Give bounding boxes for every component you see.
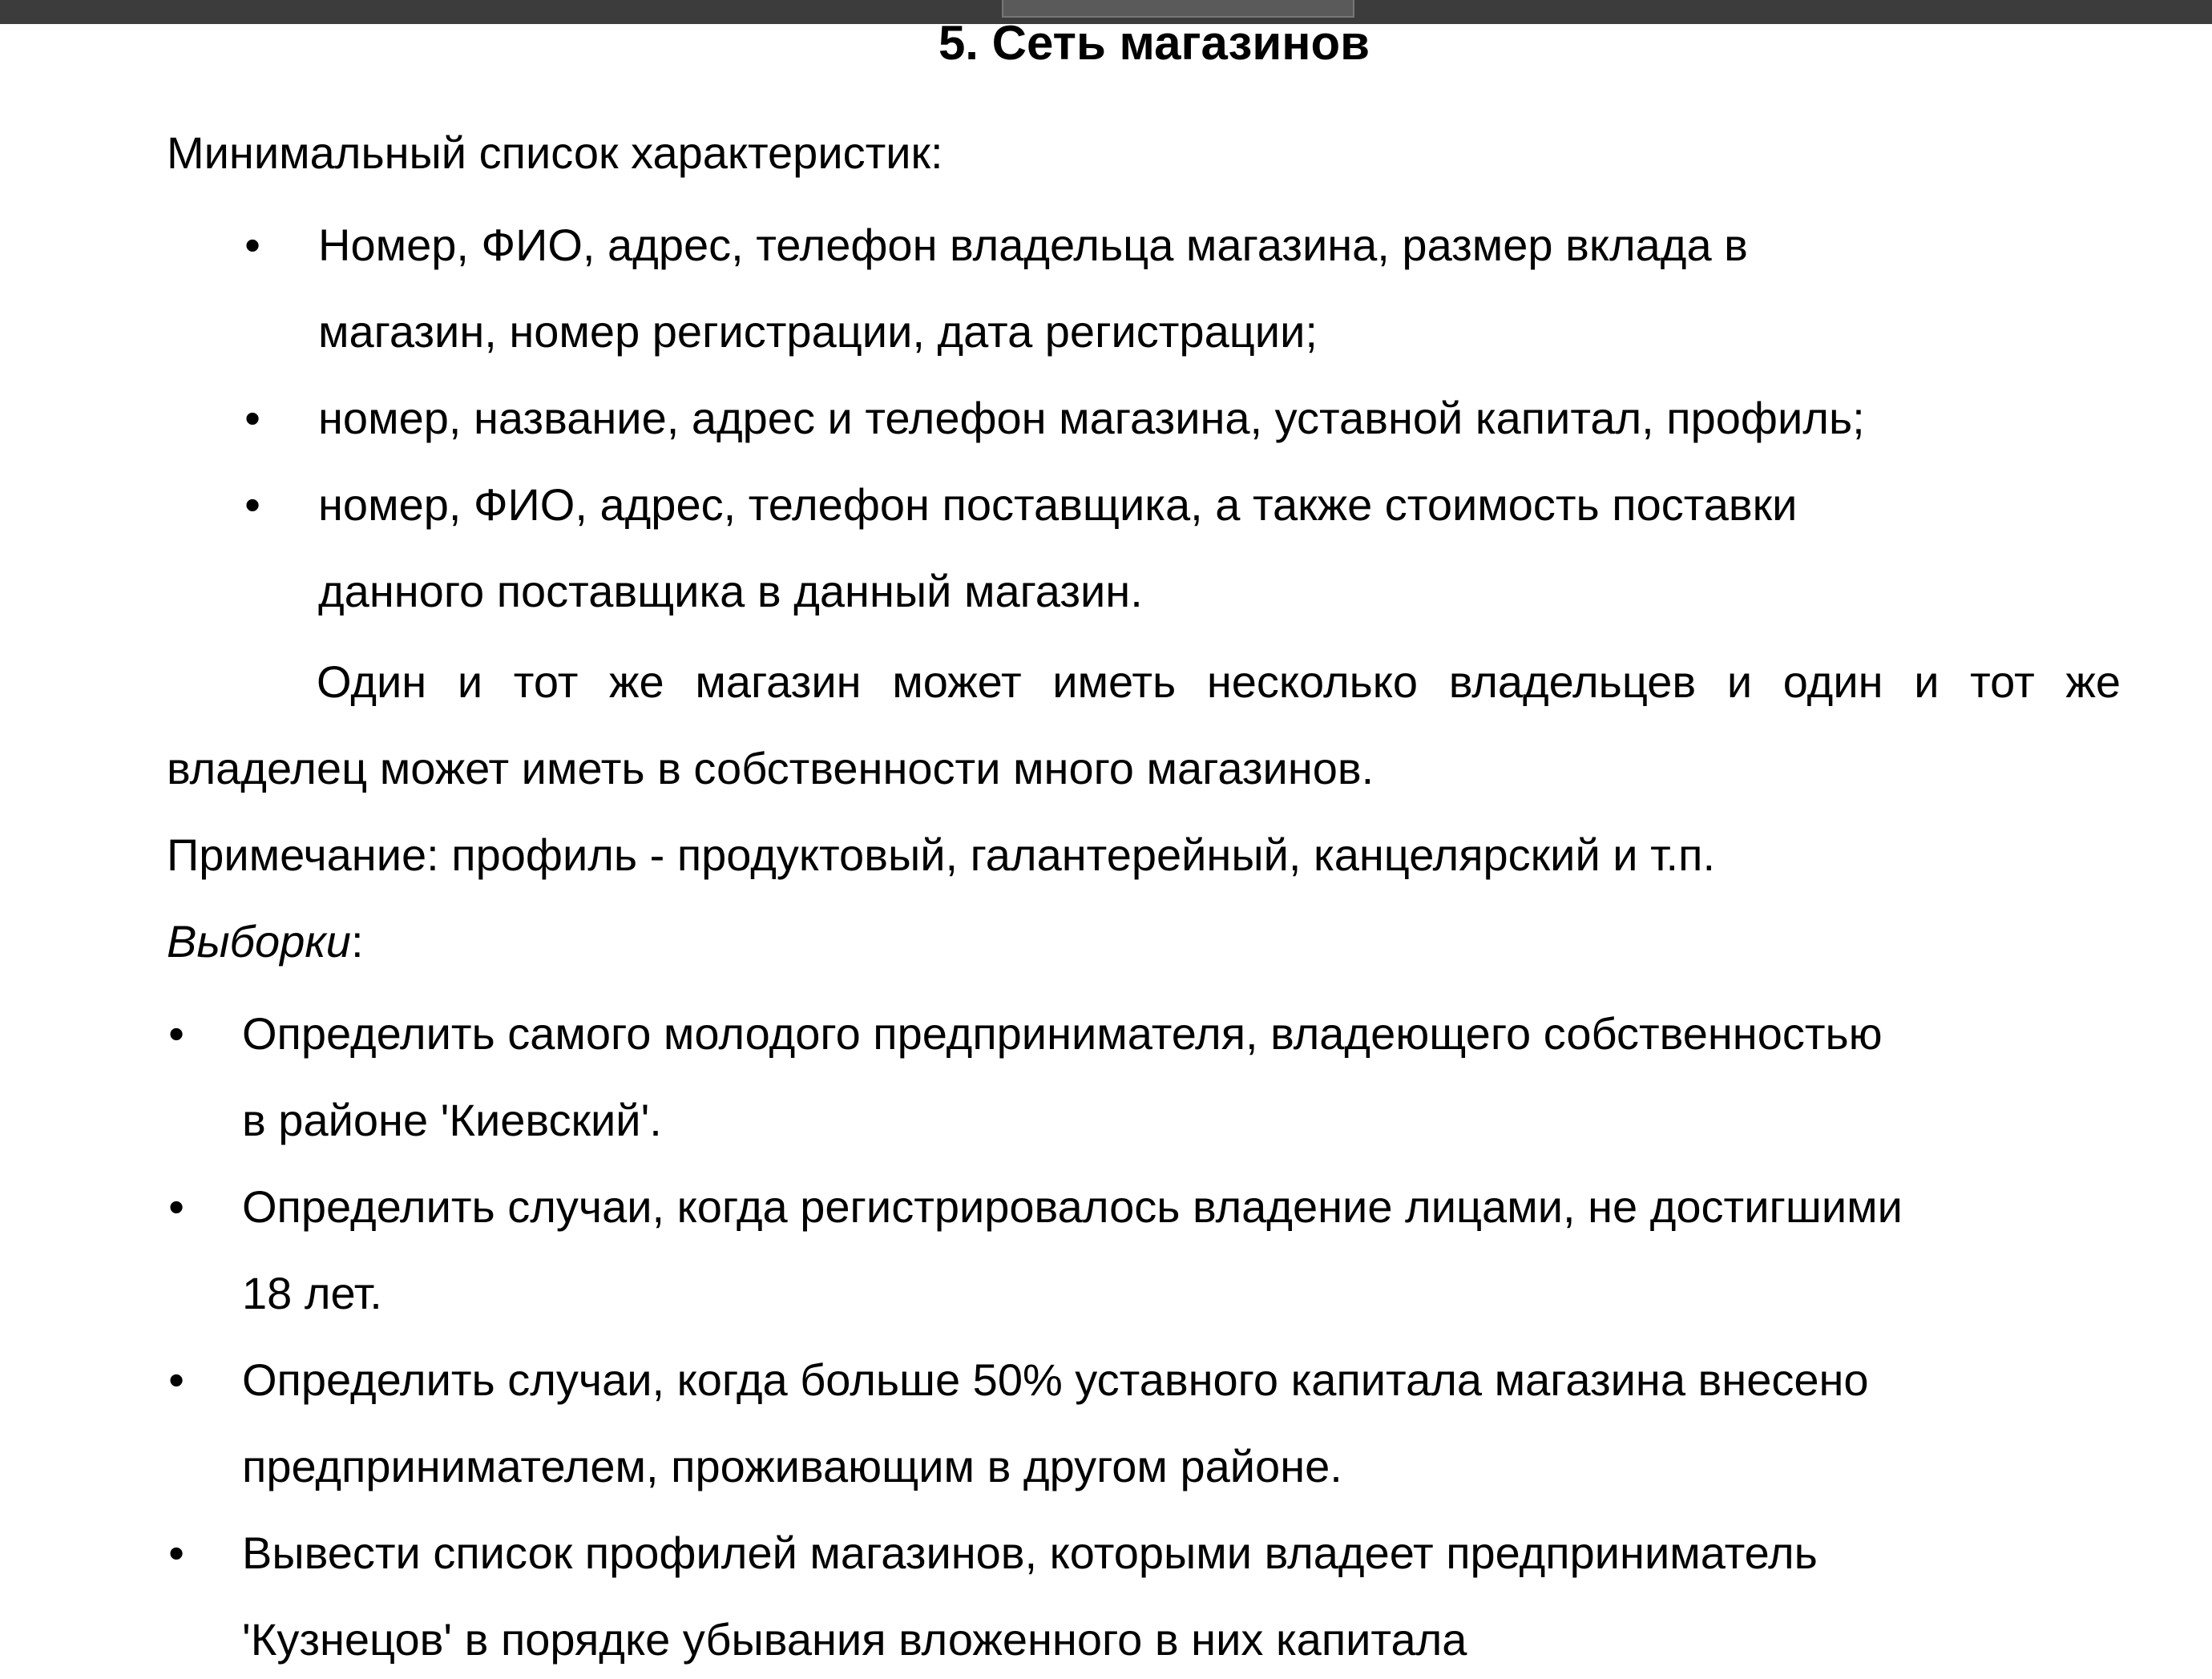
list-item: • Вывести список профилей магазинов, кот…	[164, 1510, 1903, 1679]
bullet-icon: •	[244, 220, 260, 270]
list-item-line: Определить случаи, когда больше 50% уста…	[242, 1354, 1869, 1405]
document-page: 5. Сеть магазинов Минимальный список хар…	[0, 0, 2212, 1679]
list-item: • Номер, ФИО, адрес, телефон владельца м…	[240, 202, 1865, 375]
queries-heading: Выборки:	[167, 898, 364, 985]
list-item-line: 18 лет.	[242, 1268, 382, 1318]
list-item: • номер, название, адрес и телефон магаз…	[240, 375, 1865, 462]
ownership-text-line-1: Один и тот же магазин может иметь нескол…	[317, 656, 2121, 707]
list-item: • номер, ФИО, адрес, телефон поставщика,…	[240, 462, 1865, 635]
bullet-icon: •	[168, 1354, 184, 1405]
list-item-line: предпринимателем, проживающим в другом р…	[242, 1441, 1342, 1491]
list-item-line: номер, название, адрес и телефон магазин…	[318, 393, 1865, 443]
queries-list: • Определить самого молодого предпринима…	[164, 991, 1903, 1679]
list-item-line: магазин, номер регистрации, дата регистр…	[318, 306, 1318, 357]
list-item-line: Вывести список профилей магазинов, котор…	[242, 1528, 1818, 1578]
list-item-line: данного поставщика в данный магазин.	[318, 566, 1143, 616]
queries-colon: :	[350, 916, 364, 967]
list-item-line: 'Кузнецов' в порядке убывания вложенного…	[242, 1614, 1467, 1665]
bullet-icon: •	[168, 1008, 184, 1059]
bullet-icon: •	[168, 1181, 184, 1232]
bullet-icon: •	[244, 479, 260, 530]
list-item-line: в районе 'Киевский'.	[242, 1095, 662, 1145]
queries-label: Выборки	[167, 916, 351, 967]
list-item: • Определить случаи, когда больше 50% ус…	[164, 1337, 1903, 1510]
ownership-text-line-2: владелец может иметь в собственности мно…	[167, 743, 1374, 793]
list-item-line: Определить случаи, когда регистрировалос…	[242, 1181, 1903, 1232]
bullet-icon: •	[168, 1528, 184, 1578]
intro-text: Минимальный список характеристик:	[167, 127, 943, 178]
characteristics-list: • Номер, ФИО, адрес, телефон владельца м…	[240, 202, 1865, 635]
note-text: Примечание: профиль - продуктовый, галан…	[167, 829, 1715, 880]
bullet-icon: •	[244, 393, 260, 443]
list-item: • Определить самого молодого предпринима…	[164, 991, 1903, 1164]
list-item-line: Номер, ФИО, адрес, телефон владельца маг…	[318, 220, 1748, 270]
page-title: 5. Сеть магазинов	[938, 16, 1370, 70]
list-item-line: Определить самого молодого предпринимате…	[242, 1008, 1883, 1059]
list-item: • Определить случаи, когда регистрировал…	[164, 1164, 1903, 1337]
list-item-line: номер, ФИО, адрес, телефон поставщика, а…	[318, 479, 1798, 530]
